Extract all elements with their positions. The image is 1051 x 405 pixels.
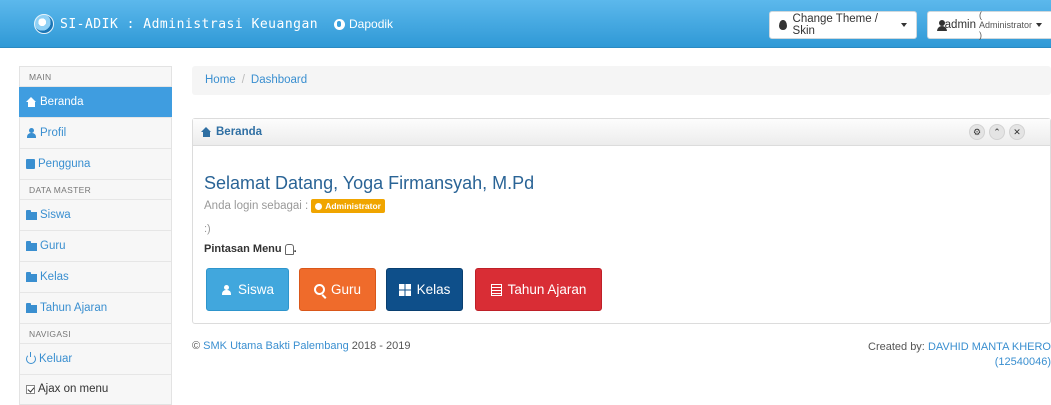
shortcut-button-label: Guru bbox=[330, 282, 361, 297]
smiley-text: :) bbox=[204, 223, 211, 235]
power-icon bbox=[26, 352, 36, 364]
list-icon bbox=[490, 283, 502, 296]
caret-down-icon bbox=[901, 23, 907, 27]
sidebar-item-kelas[interactable]: Kelas bbox=[20, 262, 171, 293]
top-navbar: SI-ADIK : Administrasi Keuangan Dapodik … bbox=[0, 0, 1051, 48]
author-id: (12540046) bbox=[994, 356, 1051, 368]
sidebar-item-label: Beranda bbox=[40, 96, 84, 108]
sidebar-section-navigasi: NAVIGASI bbox=[20, 324, 171, 344]
sidebar-section-data-master: DATA MASTER bbox=[20, 180, 171, 200]
sidebar-item-guru[interactable]: Guru bbox=[20, 231, 171, 262]
breadcrumb: Home / Dashboard bbox=[192, 66, 1051, 95]
grid-icon bbox=[398, 283, 411, 296]
dapodik-label: Dapodik bbox=[349, 17, 394, 31]
user-icon bbox=[221, 284, 232, 295]
beranda-panel: Beranda ⚙ ⌃ ✕ Selamat Datang, Yoga Firma… bbox=[192, 118, 1051, 324]
ajax-toggle[interactable]: Ajax on menu bbox=[20, 375, 171, 397]
app-brand[interactable]: SI-ADIK : Administrasi Keuangan bbox=[34, 14, 318, 34]
globe-icon bbox=[334, 18, 345, 30]
home-icon bbox=[201, 127, 212, 137]
user-icon bbox=[26, 128, 37, 138]
sidebar-section-main: MAIN bbox=[20, 67, 171, 87]
collapse-icon[interactable]: ⌃ bbox=[989, 124, 1005, 140]
shortcut-siswa-button[interactable]: Siswa bbox=[206, 268, 289, 311]
app-title: SI-ADIK : Administrasi Keuangan bbox=[60, 16, 319, 32]
user-menu-button[interactable]: admin ( Administrator ) bbox=[927, 10, 1051, 40]
home-icon bbox=[26, 97, 37, 107]
shortcut-heading: Pintasan Menu . bbox=[204, 243, 297, 255]
sidebar-item-label: Tahun Ajaran bbox=[40, 302, 108, 314]
hand-down-icon bbox=[284, 243, 294, 255]
welcome-heading: Selamat Datang, Yoga Firmansyah, M.Pd bbox=[204, 173, 535, 193]
shortcut-tahun-ajaran-button[interactable]: Tahun Ajaran bbox=[475, 268, 602, 311]
ajax-toggle-label: Ajax on menu bbox=[38, 383, 109, 395]
folder-icon bbox=[26, 210, 37, 220]
sidebar-item-keluar[interactable]: Keluar bbox=[20, 344, 171, 375]
sidebar-item-label: Keluar bbox=[39, 353, 73, 365]
role-badge-label: Administrator bbox=[325, 201, 381, 211]
shortcut-label: Pintasan Menu bbox=[204, 243, 282, 255]
user-name: admin bbox=[944, 19, 976, 31]
footer-credits: Created by: DAVHID MANTA KHERO (12540046… bbox=[862, 340, 1051, 370]
breadcrumb-separator: / bbox=[241, 74, 245, 86]
footer-copyright: © SMK Utama Bakti Palembang 2018 - 2019 bbox=[192, 340, 410, 352]
dapodik-link[interactable]: Dapodik bbox=[334, 17, 393, 31]
folder-icon bbox=[26, 241, 37, 251]
breadcrumb-home[interactable]: Home bbox=[205, 74, 236, 86]
login-label: Anda login sebagai : bbox=[204, 200, 309, 212]
sidebar-item-tahun-ajaran[interactable]: Tahun Ajaran bbox=[20, 293, 171, 324]
sidebar-item-label: Siswa bbox=[40, 209, 71, 221]
change-theme-label: Change Theme / Skin bbox=[792, 13, 878, 37]
folder-icon bbox=[26, 272, 37, 282]
sidebar-item-label: Pengguna bbox=[38, 158, 91, 170]
change-theme-button[interactable]: Change Theme / Skin bbox=[769, 11, 917, 39]
sidebar: MAIN Beranda Profil Pengguna DATA MASTER… bbox=[19, 66, 172, 405]
shortcut-kelas-button[interactable]: Kelas bbox=[386, 268, 463, 311]
created-by-label: Created by: bbox=[868, 341, 925, 353]
user-icon bbox=[937, 19, 947, 31]
sidebar-item-label: Guru bbox=[40, 240, 66, 252]
close-icon[interactable]: ✕ bbox=[1009, 124, 1025, 140]
settings-icon[interactable]: ⚙ bbox=[969, 124, 985, 140]
breadcrumb-current[interactable]: Dashboard bbox=[251, 74, 307, 86]
panel-title: Beranda bbox=[216, 126, 263, 138]
shortcut-guru-button[interactable]: Guru bbox=[299, 268, 376, 311]
shortcut-button-label: Siswa bbox=[237, 282, 274, 297]
sidebar-item-beranda[interactable]: Beranda bbox=[19, 87, 172, 118]
sidebar-item-siswa[interactable]: Siswa bbox=[20, 200, 171, 231]
caret-down-icon bbox=[1036, 23, 1042, 27]
copyright-symbol: © bbox=[192, 340, 201, 352]
shortcut-button-label: Tahun Ajaran bbox=[507, 282, 587, 297]
school-link[interactable]: SMK Utama Bakti Palembang bbox=[203, 340, 349, 352]
role-badge: Administrator bbox=[311, 199, 385, 213]
tint-icon bbox=[779, 20, 787, 30]
logo-icon bbox=[34, 14, 54, 34]
footer-years: 2018 - 2019 bbox=[351, 340, 411, 352]
shortcut-suffix: . bbox=[293, 243, 297, 255]
sidebar-item-profil[interactable]: Profil bbox=[20, 118, 171, 149]
author-link[interactable]: DAVHID MANTA KHERO bbox=[928, 341, 1051, 353]
search-icon bbox=[313, 284, 325, 295]
info-icon bbox=[315, 202, 323, 210]
panel-header: Beranda bbox=[193, 119, 1050, 146]
sidebar-item-pengguna[interactable]: Pengguna bbox=[20, 149, 171, 180]
shortcut-button-label: Kelas bbox=[416, 282, 451, 297]
login-info: Anda login sebagai : Administrator bbox=[204, 199, 385, 213]
ajax-checkbox[interactable] bbox=[26, 384, 35, 394]
folder-icon bbox=[26, 303, 37, 313]
book-icon bbox=[26, 159, 35, 169]
user-role: ( Administrator ) bbox=[978, 10, 1032, 40]
sidebar-item-label: Profil bbox=[40, 127, 67, 139]
sidebar-item-label: Kelas bbox=[40, 271, 69, 283]
